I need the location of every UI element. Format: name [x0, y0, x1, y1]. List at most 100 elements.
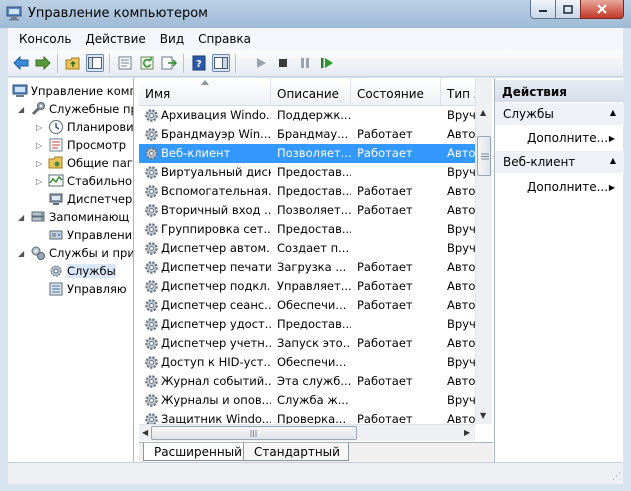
tree-node-label: Запоминающ	[49, 210, 130, 224]
tree-node[interactable]: Планирови	[48, 118, 133, 136]
tree-node[interactable]: Службы	[48, 262, 116, 280]
action-more-actions-web-client[interactable]: Дополните...	[527, 180, 608, 194]
service-row[interactable]: Журнал событий... Эта служб... Работает Авт…	[139, 372, 475, 391]
pause-service-button[interactable]	[296, 54, 314, 72]
tree-collapsed-icon[interactable]: ▷	[36, 123, 42, 132]
scroll-down-arrow-icon[interactable]: ▼	[480, 411, 486, 420]
forward-button[interactable]	[34, 54, 52, 72]
close-button[interactable]	[580, 0, 624, 19]
stop-service-button[interactable]	[274, 54, 292, 72]
menu-action[interactable]: Действие	[78, 32, 152, 46]
column-header-state[interactable]: Состояние	[351, 78, 441, 106]
service-row[interactable]: Диспетчер печати Загрузка ... Работает Авто	[139, 258, 475, 277]
service-description: Брандмау...	[277, 127, 349, 141]
start-service-button[interactable]	[252, 54, 270, 72]
menu-view[interactable]: Вид	[153, 32, 191, 46]
resize-grip-icon[interactable]: ⋰	[612, 472, 621, 482]
disk-management-icon	[49, 230, 63, 240]
service-name: Журнал событий...	[161, 374, 271, 388]
service-row[interactable]: Веб-клиент Позволяет... Работает Авто	[139, 144, 475, 163]
menu-console[interactable]: Консоль	[12, 32, 78, 46]
tree-expanded-icon[interactable]: ◢	[18, 105, 24, 114]
service-row[interactable]: Группировка сет... Предостав... Вруч	[139, 220, 475, 239]
tree-collapsed-icon[interactable]: ▷	[36, 177, 42, 186]
column-header-description[interactable]: Описание	[271, 78, 351, 106]
service-row[interactable]: Диспетчер сеанс... Обеспечи... Работает Авт…	[139, 296, 475, 315]
tree-node[interactable]: Стабильно	[48, 172, 132, 190]
service-row[interactable]: Вспомогательная... Предостав... Работает Ав…	[139, 182, 475, 201]
action-more-actions-services[interactable]: Дополните...	[527, 131, 608, 145]
tree-node[interactable]: Управление комп	[12, 82, 134, 100]
tree-node[interactable]: Службы и при	[30, 244, 133, 262]
tools-icon	[31, 102, 45, 116]
service-row[interactable]: Диспетчер удост... Предостав... Вруч	[139, 315, 475, 334]
service-row[interactable]: Виртуальный диск Предостав... Вруч	[139, 163, 475, 182]
computer-management-window: Управление компьютером Консоль Действие …	[0, 0, 631, 491]
title-bar[interactable]: Управление компьютером	[0, 0, 631, 28]
help-icon: ?	[192, 55, 206, 71]
service-gear-icon	[145, 242, 158, 255]
toolbar-separator	[235, 54, 236, 73]
service-row[interactable]: Диспетчер автом... Создает п... Вруч	[139, 239, 475, 258]
reliability-icon	[48, 174, 64, 187]
tree-node[interactable]: Управляю	[48, 280, 127, 298]
horizontal-scrollbar[interactable]: ◀ ▶	[139, 424, 475, 441]
scroll-up-arrow-icon[interactable]: ▲	[480, 108, 486, 117]
service-row[interactable]: Диспетчер учетн... Запуск это... Работает А…	[139, 334, 475, 353]
tab-extended[interactable]: Расширенный	[143, 443, 251, 461]
minimize-button[interactable]	[530, 0, 556, 19]
service-startup-type: Авто	[447, 260, 475, 274]
tree-node[interactable]: Диспетчер	[48, 190, 132, 208]
column-header-startup-type[interactable]: Тип з	[441, 78, 475, 106]
service-row[interactable]: Защитник Windo... Проверка... Работает Авто	[139, 410, 475, 424]
vertical-scroll-thumb[interactable]	[477, 136, 491, 176]
menu-help[interactable]: Справка	[191, 32, 258, 46]
show-hide-action-pane-button[interactable]	[212, 54, 230, 72]
service-description: Предостав...	[277, 317, 351, 331]
tree-node-label: Управление комп	[31, 84, 134, 98]
tree-node[interactable]: Просмотр	[48, 136, 126, 154]
service-row[interactable]: Журналы и опов... Служба ж... Вруч	[139, 391, 475, 410]
menu-bar: Консоль Действие Вид Справка	[8, 28, 623, 50]
tree-collapsed-icon[interactable]: ▷	[36, 159, 42, 168]
tree-expanded-icon[interactable]: ◢	[18, 213, 24, 222]
wmi-control-icon	[49, 282, 63, 296]
scroll-right-arrow-icon[interactable]: ▶	[464, 428, 470, 437]
scroll-left-arrow-icon[interactable]: ◀	[142, 428, 148, 437]
tree-node[interactable]: Запоминающ	[30, 208, 129, 226]
tree-node[interactable]: Общие паг	[48, 154, 133, 172]
export-list-button[interactable]	[160, 54, 178, 72]
horizontal-scroll-thumb[interactable]	[151, 426, 357, 440]
show-hide-tree-button[interactable]	[86, 54, 104, 72]
computer-management-icon	[12, 84, 28, 97]
service-row[interactable]: Доступ к HID-уст... Обеспечи... Вруч	[139, 353, 475, 372]
restart-service-button[interactable]	[318, 54, 336, 72]
maximize-button[interactable]	[555, 0, 581, 19]
service-row[interactable]: Диспетчер подкл... Управляет... Работает Ав…	[139, 277, 475, 296]
service-state: Работает	[357, 336, 413, 350]
device-manager-icon	[49, 193, 63, 205]
properties-button[interactable]	[116, 54, 134, 72]
tree-collapsed-icon[interactable]: ▷	[36, 141, 42, 150]
back-button[interactable]	[12, 54, 30, 72]
service-gear-icon	[145, 109, 158, 122]
service-row[interactable]: Брандмауэр Win... Брандмау... Работает Авто	[139, 125, 475, 144]
tab-standard[interactable]: Стандартный	[243, 443, 349, 461]
help-button[interactable]: ?	[190, 54, 208, 72]
service-row[interactable]: Архивация Windo... Поддержк... Вруч	[139, 106, 475, 125]
refresh-button[interactable]	[138, 54, 156, 72]
service-gear-icon	[145, 394, 158, 407]
actions-section-web-client[interactable]: Веб-клиент ▲	[495, 151, 624, 173]
tree-expanded-icon[interactable]: ◢	[18, 249, 24, 258]
column-header-label: Состояние	[357, 87, 424, 101]
tree-node-label: Управляю	[67, 282, 127, 296]
actions-section-services[interactable]: Службы ▲	[495, 103, 624, 125]
up-level-button[interactable]	[64, 54, 82, 72]
tree-node[interactable]: Служебные пр	[30, 100, 133, 118]
service-row[interactable]: Вторичный вход ... Позволяет... Работает Ав…	[139, 201, 475, 220]
service-description: Проверка...	[277, 412, 347, 424]
tree-node[interactable]: Управлени	[48, 226, 132, 244]
column-header-name[interactable]: Имя	[139, 78, 271, 106]
service-description: Позволяет...	[277, 203, 351, 217]
vertical-scrollbar[interactable]: ▲ ▼	[475, 78, 492, 424]
